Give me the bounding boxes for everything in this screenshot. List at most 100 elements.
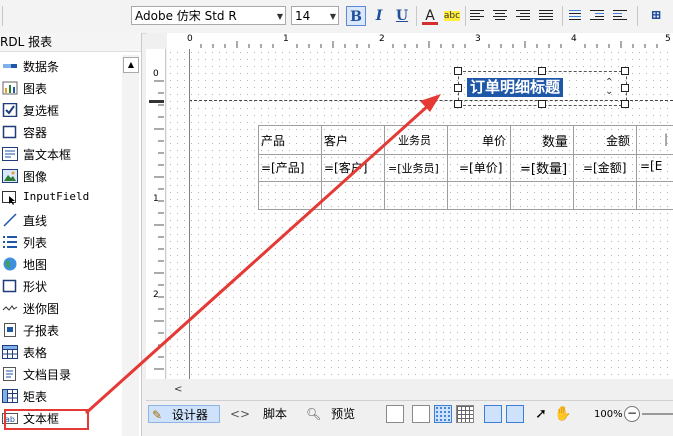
horizontal-scrollbar[interactable]: < [146, 384, 673, 399]
pointer-icon[interactable]: ➚ [532, 405, 550, 423]
indent-icon[interactable] [590, 10, 604, 22]
font-size-value: 14 [295, 9, 311, 23]
toolbox-item-databar[interactable]: 数据条 [0, 55, 125, 77]
scroll-up-icon[interactable]: ▲ [123, 57, 139, 73]
tab-preview-label: 预览 [331, 407, 356, 421]
toolbox-item-line[interactable]: 直线 [0, 209, 125, 231]
toolbox-item-label: InputField [23, 190, 90, 203]
toolbox-item-richtext[interactable]: 富文本框 [0, 143, 125, 165]
tab-designer[interactable]: ✎ 设计器 [148, 405, 220, 423]
font-name-combo[interactable]: Adobe 仿宋 Std R ▼ [131, 6, 286, 25]
resize-handle[interactable] [621, 83, 629, 92]
ruler-toggle-icon[interactable] [386, 405, 404, 423]
header-cell-amount[interactable]: 金额 [606, 132, 630, 149]
toolbox-item-chart[interactable]: 图表 [0, 77, 125, 99]
toolbox-item-subreport[interactable]: 子报表 [0, 319, 125, 341]
highlight-button[interactable]: abc [442, 6, 462, 26]
align-right-icon[interactable] [516, 10, 530, 22]
data-cell-price[interactable]: =[单价] [459, 159, 502, 176]
align-center-icon[interactable] [493, 10, 507, 22]
page-margin-line [189, 49, 190, 379]
resize-handle[interactable] [537, 67, 546, 75]
grid-none-icon[interactable] [412, 405, 430, 423]
header-cell-customer[interactable]: 客户 [324, 132, 348, 149]
data-cell-customer[interactable]: =[客户] [324, 159, 367, 176]
bullet-list-icon[interactable] [567, 10, 581, 22]
toolbox-item-map[interactable]: 地图 [0, 253, 125, 275]
toolbox-item-matrix[interactable]: 矩表 [0, 385, 125, 407]
shape-icon [2, 279, 18, 293]
spinner-icon[interactable]: ⌃ ⌄ [605, 78, 613, 97]
resize-handle[interactable] [621, 67, 629, 75]
report-title[interactable]: 订单明细标题 [467, 78, 564, 97]
toolbox-item-table[interactable]: 表格 [0, 341, 125, 363]
format-more-icon[interactable]: ⊞ [646, 6, 666, 26]
table-icon [2, 345, 18, 359]
resize-handle[interactable] [537, 100, 546, 108]
toolbar-separator [416, 6, 417, 26]
italic-button[interactable]: I [369, 6, 389, 26]
toolbox-item-label: 图像 [23, 170, 48, 184]
toolbox-item-list[interactable]: 列表 [0, 231, 125, 253]
scroll-left-icon[interactable]: < [174, 384, 182, 395]
resize-handle[interactable] [454, 67, 462, 75]
toolbox-item-sparkline[interactable]: 迷你图 [0, 297, 125, 319]
data-cell-amount[interactable]: =[金额] [583, 159, 626, 176]
report-table[interactable]: 产品 客户 业务员 单价 数量 金额 | =[产品] =[客户] =[业务员] … [258, 125, 673, 210]
magnifier-icon: 🔍︎ [306, 407, 322, 421]
zoom-slider[interactable] [642, 413, 673, 415]
toolbox-panel: RDL 报表 数据条 图表 复选框 容器 富文本框 图像 InputField 直线 列表 地图形… [0, 33, 142, 436]
align-justify-icon[interactable] [539, 10, 553, 22]
dot-grid-icon[interactable] [434, 405, 452, 423]
ruler-label: 1 [153, 194, 159, 204]
font-size-combo[interactable]: 14 ▼ [291, 6, 339, 25]
header-cell-partial[interactable]: | [664, 132, 668, 146]
toolbox-item-checkbox[interactable]: 复选框 [0, 99, 125, 121]
tab-preview[interactable]: 🔍︎ 预览 [306, 405, 355, 423]
resize-handle[interactable] [454, 83, 462, 92]
bold-button[interactable]: B [346, 6, 366, 26]
hand-tool-icon[interactable]: ✋ [554, 405, 572, 423]
header-cell-quantity[interactable]: 数量 [542, 131, 568, 150]
toolbox-item-shape[interactable]: 形状 [0, 275, 125, 297]
toolbox-scrollbar[interactable]: ▲ [122, 55, 139, 436]
dropdown-arrow-icon[interactable]: ▼ [277, 7, 283, 26]
toolbox-item-image[interactable]: 图像 [0, 165, 125, 187]
align-left-icon[interactable] [470, 10, 484, 22]
toolbox-item-label: 地图 [23, 258, 48, 272]
toolbox-item-container[interactable]: 容器 [0, 121, 125, 143]
tab-script-label: 脚本 [262, 407, 287, 421]
vertical-ruler: 0 1 2 [146, 49, 166, 379]
toolbox-item-toc[interactable]: 文档目录 [0, 363, 125, 385]
underline-button[interactable]: U [392, 6, 412, 26]
ruler-label: 0 [153, 69, 159, 79]
font-color-button[interactable]: A [420, 6, 440, 26]
databar-icon [2, 59, 18, 73]
design-canvas[interactable]: 产品 客户 业务员 单价 数量 金额 | =[产品] =[客户] =[业务员] … [167, 49, 673, 379]
sparkline-icon [2, 301, 18, 315]
data-cell-product[interactable]: =[产品] [261, 159, 304, 176]
resize-handle[interactable] [621, 100, 629, 108]
resize-handle[interactable] [454, 100, 462, 108]
zoom-level: 100% [594, 409, 623, 420]
toolbar-separator [562, 6, 563, 26]
dropdown-arrow-icon[interactable]: ▼ [330, 7, 336, 26]
snap-grid-icon[interactable] [506, 405, 524, 423]
snap-lines-icon[interactable] [484, 405, 502, 423]
data-cell-quantity[interactable]: =[数量] [520, 158, 567, 177]
toolbox-item-label: 富文本框 [23, 148, 72, 162]
chart-icon [2, 81, 18, 95]
ruler-label: 1 [283, 34, 289, 44]
toolbox-item-inputfield[interactable]: InputField [0, 187, 125, 209]
zoom-out-icon[interactable]: − [624, 406, 640, 422]
formatting-toolbar: Adobe 仿宋 Std R ▼ 14 ▼ B I U A abc ⊞ [0, 0, 673, 34]
tab-script[interactable]: <> 脚本 [230, 405, 287, 423]
line-grid-icon[interactable] [456, 405, 474, 423]
data-cell-partial[interactable]: =[E [640, 159, 662, 173]
header-cell-price[interactable]: 单价 [482, 132, 506, 149]
header-cell-salesman[interactable]: 业务员 [398, 132, 431, 148]
ruler-ticks [149, 80, 164, 370]
outdent-icon[interactable] [613, 10, 627, 22]
data-cell-salesman[interactable]: =[业务员] [388, 160, 439, 176]
header-cell-product[interactable]: 产品 [261, 132, 285, 149]
